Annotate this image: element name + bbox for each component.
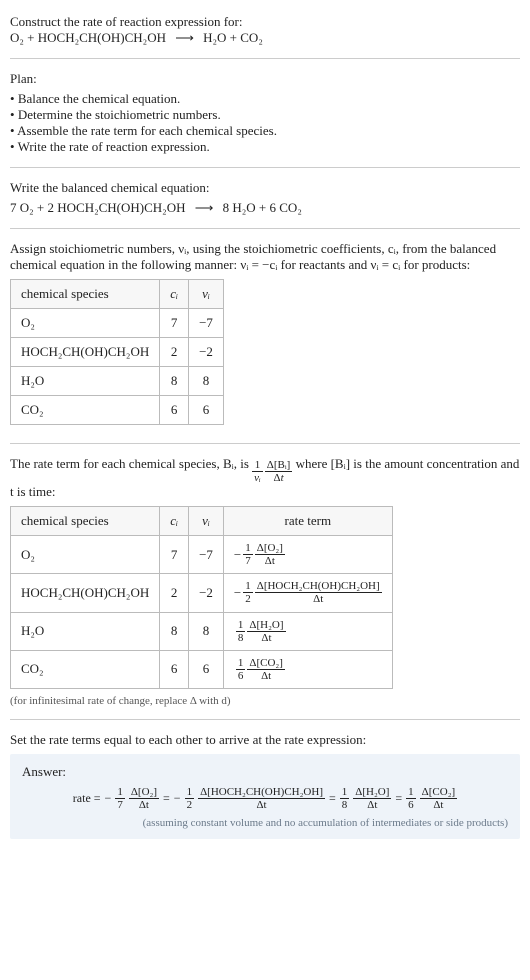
table-row: O₂ 7 −7 − 17 Δ[O₂]Δt xyxy=(11,536,393,574)
table-header-row: chemical species cᵢ νᵢ rate term xyxy=(11,507,393,536)
table-row: H₂O 8 8 xyxy=(11,367,224,396)
reaction-arrow-icon: ⟶ xyxy=(169,30,200,45)
balanced-section: Write the balanced chemical equation: 7 … xyxy=(10,174,520,222)
table-row: O₂ 7 −7 xyxy=(11,309,224,338)
balanced-rhs: 8 H₂O + 6 CO₂ xyxy=(223,200,302,215)
plan-item: Balance the chemical equation. xyxy=(10,91,520,107)
rate-label: rate = xyxy=(73,791,101,806)
cell-vi: 8 xyxy=(189,612,224,650)
rate-expression: rate = − 17 Δ[O₂]Δt = − 12 Δ[HOCH₂CH(OH)… xyxy=(22,786,508,811)
delta-frac: Δ[Bᵢ] Δt xyxy=(265,459,293,484)
cell-vi: −2 xyxy=(189,574,224,612)
cell-rate: − 12 Δ[HOCH₂CH(OH)CH₂OH]Δt xyxy=(223,574,392,612)
col-vi: νᵢ xyxy=(189,280,224,309)
prompt-text: Construct the rate of reaction expressio… xyxy=(10,14,520,30)
divider xyxy=(10,58,520,59)
cell-ci: 2 xyxy=(160,338,189,367)
cell-ci: 6 xyxy=(160,650,189,688)
cell-ci: 8 xyxy=(160,367,189,396)
cell-rate: − 17 Δ[O₂]Δt xyxy=(223,536,392,574)
cell-species: O₂ xyxy=(11,536,160,574)
plan-section: Plan: Balance the chemical equation. Det… xyxy=(10,65,520,161)
answer-note: (assuming constant volume and no accumul… xyxy=(22,817,508,829)
balanced-title: Write the balanced chemical equation: xyxy=(10,180,520,196)
plan-item: Determine the stoichiometric numbers. xyxy=(10,107,520,123)
table-header-row: chemical species cᵢ νᵢ xyxy=(11,280,224,309)
table-row: CO₂ 6 6 xyxy=(11,396,224,425)
plan-title: Plan: xyxy=(10,71,520,87)
divider xyxy=(10,443,520,444)
cell-species: CO₂ xyxy=(11,396,160,425)
eq-lhs: O₂ + HOCH₂CH(OH)CH₂OH xyxy=(10,30,166,45)
cell-ci: 8 xyxy=(160,612,189,650)
rateterm-text-a: The rate term for each chemical species,… xyxy=(10,456,249,471)
col-vi: νᵢ xyxy=(189,507,224,536)
col-rate: rate term xyxy=(223,507,392,536)
plan-item: Write the rate of reaction expression. xyxy=(10,139,520,155)
rateterm-text: The rate term for each chemical species,… xyxy=(10,456,520,500)
cell-rate: 16 Δ[CO₂]Δt xyxy=(223,650,392,688)
balanced-lhs: 7 O₂ + 2 HOCH₂CH(OH)CH₂OH xyxy=(10,200,185,215)
cell-vi: −7 xyxy=(189,309,224,338)
table-row: HOCH₂CH(OH)CH₂OH 2 −2 − 12 Δ[HOCH₂CH(OH)… xyxy=(11,574,393,612)
cell-species: H₂O xyxy=(11,367,160,396)
prompt-section: Construct the rate of reaction expressio… xyxy=(10,8,520,52)
rateterm-table: chemical species cᵢ νᵢ rate term O₂ 7 −7… xyxy=(10,506,393,689)
stoich-table: chemical species cᵢ νᵢ O₂ 7 −7 HOCH₂CH(O… xyxy=(10,279,224,425)
answer-box: Answer: rate = − 17 Δ[O₂]Δt = − 12 Δ[HOC… xyxy=(10,754,520,839)
col-species: chemical species xyxy=(11,280,160,309)
rateterm-note: (for infinitesimal rate of change, repla… xyxy=(10,695,520,707)
table-row: HOCH₂CH(OH)CH₂OH 2 −2 xyxy=(11,338,224,367)
divider xyxy=(10,167,520,168)
cell-ci: 7 xyxy=(160,309,189,338)
unbalanced-equation: O₂ + HOCH₂CH(OH)CH₂OH ⟶ H₂O + CO₂ xyxy=(10,30,520,46)
cell-vi: −7 xyxy=(189,536,224,574)
eq-rhs: H₂O + CO₂ xyxy=(203,30,263,45)
cell-vi: 6 xyxy=(189,396,224,425)
coef-frac: 1 νᵢ xyxy=(252,459,263,484)
col-species: chemical species xyxy=(11,507,160,536)
divider xyxy=(10,228,520,229)
divider xyxy=(10,719,520,720)
cell-species: HOCH₂CH(OH)CH₂OH xyxy=(11,574,160,612)
balanced-equation: 7 O₂ + 2 HOCH₂CH(OH)CH₂OH ⟶ 8 H₂O + 6 CO… xyxy=(10,200,520,216)
col-ci: cᵢ xyxy=(160,280,189,309)
cell-species: CO₂ xyxy=(11,650,160,688)
cell-species: HOCH₂CH(OH)CH₂OH xyxy=(11,338,160,367)
col-ci: cᵢ xyxy=(160,507,189,536)
plan-list: Balance the chemical equation. Determine… xyxy=(10,91,520,155)
assign-text: Assign stoichiometric numbers, νᵢ, using… xyxy=(10,241,520,273)
cell-species: O₂ xyxy=(11,309,160,338)
cell-species: H₂O xyxy=(11,612,160,650)
cell-ci: 7 xyxy=(160,536,189,574)
final-title: Set the rate terms equal to each other t… xyxy=(10,732,520,748)
table-row: CO₂ 6 6 16 Δ[CO₂]Δt xyxy=(11,650,393,688)
cell-ci: 6 xyxy=(160,396,189,425)
cell-rate: 18 Δ[H₂O]Δt xyxy=(223,612,392,650)
cell-vi: 6 xyxy=(189,650,224,688)
rateterm-generic: 1 νᵢ Δ[Bᵢ] Δt xyxy=(252,459,292,484)
answer-label: Answer: xyxy=(22,764,508,780)
assign-section: Assign stoichiometric numbers, νᵢ, using… xyxy=(10,235,520,437)
cell-vi: 8 xyxy=(189,367,224,396)
cell-ci: 2 xyxy=(160,574,189,612)
reaction-arrow-icon: ⟶ xyxy=(189,200,220,215)
plan-item: Assemble the rate term for each chemical… xyxy=(10,123,520,139)
rateterm-section: The rate term for each chemical species,… xyxy=(10,450,520,713)
final-section: Set the rate terms equal to each other t… xyxy=(10,726,520,845)
cell-vi: −2 xyxy=(189,338,224,367)
table-row: H₂O 8 8 18 Δ[H₂O]Δt xyxy=(11,612,393,650)
